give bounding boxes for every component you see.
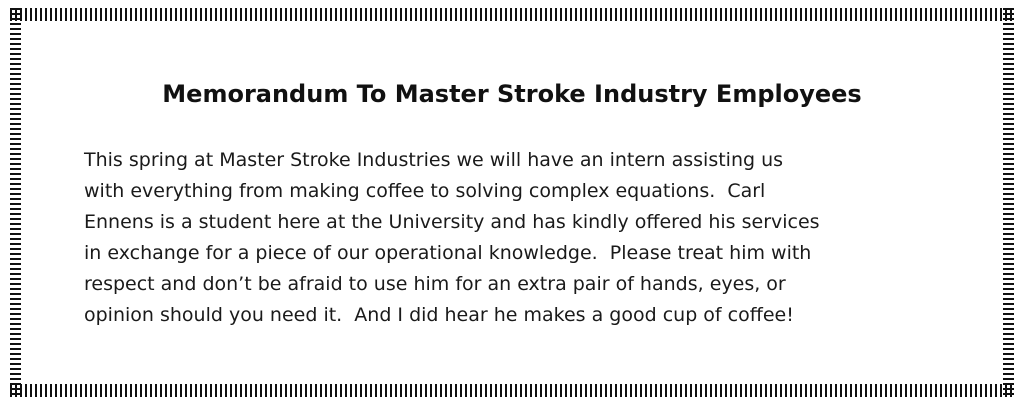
border-top — [10, 8, 1014, 21]
memo-body: This spring at Master Stroke Industries … — [84, 145, 964, 331]
border-left — [10, 8, 21, 397]
border-right — [1003, 8, 1014, 397]
border-bottom — [10, 384, 1014, 397]
memo-line: in exchange for a piece of our operation… — [84, 242, 812, 264]
memo-line: This spring at Master Stroke Industries … — [84, 149, 784, 171]
memo-title: Memorandum To Master Stroke Industry Emp… — [162, 80, 862, 108]
memo-page: Memorandum To Master Stroke Industry Emp… — [0, 0, 1024, 408]
memo-line: with everything from making coffee to so… — [84, 180, 766, 202]
memo-line: Ennens is a student here at the Universi… — [84, 211, 820, 233]
memo-line: respect and don’t be afraid to use him f… — [84, 273, 786, 295]
memo-line: opinion should you need it. And I did he… — [84, 304, 794, 326]
